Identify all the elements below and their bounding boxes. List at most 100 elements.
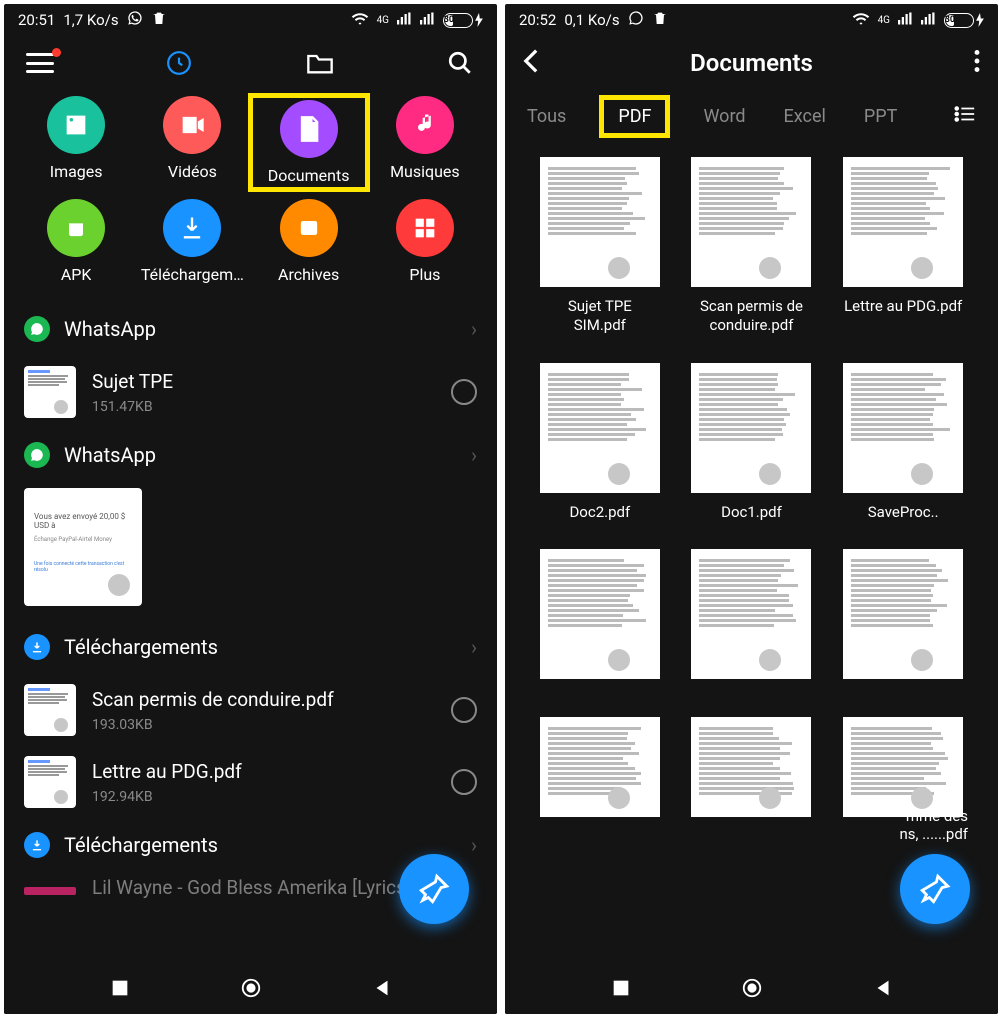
doc-thumb — [691, 157, 811, 287]
doc-label: Scan permis de conduire.pdf — [700, 297, 803, 335]
file-thumb — [24, 756, 76, 808]
doc-item[interactable] — [683, 549, 821, 689]
tab-pdf[interactable]: PDF — [604, 100, 665, 133]
section-header[interactable]: WhatsApp› — [4, 302, 497, 356]
tab-word[interactable]: Word — [703, 106, 745, 127]
section-header[interactable]: WhatsApp› — [4, 428, 497, 482]
doc-item[interactable]: Lettre au PDG.pdf — [834, 157, 972, 335]
clean-fab[interactable] — [900, 854, 970, 924]
nav-back[interactable] — [371, 977, 393, 999]
folder-tab-icon[interactable] — [305, 48, 335, 78]
list-view-icon[interactable] — [954, 105, 976, 128]
category-grid[interactable]: Plus — [367, 199, 483, 284]
phone-left: 20:51 1,7 Ko/s 4G 30 ImagesVidéosDocumen… — [4, 4, 497, 1014]
clean-fab[interactable] — [399, 854, 469, 924]
menu-button[interactable] — [26, 53, 54, 73]
tab-tous[interactable]: Tous — [527, 106, 566, 127]
category-label: Documents — [268, 166, 350, 185]
doc-item[interactable]: Doc2.pdf — [531, 363, 669, 522]
signal-icon — [397, 11, 412, 29]
back-button[interactable] — [523, 48, 539, 78]
recent-tab-icon[interactable] — [164, 48, 194, 78]
battery-indicator: 30 — [944, 13, 984, 28]
select-ring[interactable] — [451, 697, 477, 723]
section-title: Téléchargements — [64, 635, 218, 659]
whatsapp-icon — [628, 10, 644, 30]
file-size: 151.47KB — [92, 399, 435, 415]
nav-back[interactable] — [872, 977, 894, 999]
doc-item[interactable]: Sujet TPE SIM.pdf — [531, 157, 669, 335]
category-video[interactable]: Vidéos — [134, 96, 250, 189]
doc-item[interactable]: Scan permis de conduire.pdf — [683, 157, 821, 335]
nav-recents[interactable] — [109, 977, 131, 999]
doc-thumb — [691, 363, 811, 493]
category-label: APK — [61, 265, 92, 284]
category-doc[interactable]: Documents — [251, 96, 367, 189]
doc-label: Lettre au PDG.pdf — [844, 297, 962, 316]
file-size: 192.94KB — [92, 789, 435, 805]
doc-item[interactable] — [834, 549, 972, 689]
doc-item[interactable] — [834, 717, 972, 817]
signal-icon-2 — [420, 11, 435, 29]
chevron-right-icon: › — [471, 443, 477, 467]
category-image[interactable]: Images — [18, 96, 134, 189]
category-label: Plus — [409, 265, 440, 284]
doc-thumb — [540, 717, 660, 817]
wifi-icon — [852, 11, 870, 29]
doc-thumb — [540, 363, 660, 493]
file-name: Scan permis de conduire.pdf — [92, 688, 435, 711]
doc-item[interactable] — [531, 717, 669, 817]
doc-label: Doc1.pdf — [721, 503, 782, 522]
section-header[interactable]: Téléchargements› — [4, 620, 497, 674]
tab-excel[interactable]: Excel — [784, 106, 826, 127]
file-thumb-large[interactable]: Vous avez envoyé 20,00 $ USD àÉchange Pa… — [24, 488, 142, 606]
select-ring[interactable] — [451, 769, 477, 795]
status-bar: 20:52 0,1 Ko/s 4G 30 — [505, 4, 998, 34]
trash-icon — [151, 10, 167, 30]
doc-label: SaveProc.. — [868, 503, 939, 522]
file-row[interactable]: Scan permis de conduire.pdf193.03KB — [4, 674, 497, 746]
doc-thumb — [843, 549, 963, 679]
nav-home[interactable] — [240, 977, 262, 999]
file-name: Lettre au PDG.pdf — [92, 760, 435, 783]
doc-label: Sujet TPE SIM.pdf — [568, 297, 632, 335]
nav-recents[interactable] — [610, 977, 632, 999]
system-navbar — [505, 962, 998, 1014]
whatsapp-icon — [127, 10, 143, 30]
section-title: WhatsApp — [64, 317, 156, 341]
status-net: 4G — [878, 15, 890, 26]
top-nav — [4, 34, 497, 96]
doc-label: Doc2.pdf — [569, 503, 630, 522]
tab-ppt[interactable]: PPT — [864, 106, 897, 127]
section-title: Téléchargements — [64, 833, 218, 857]
doc-item[interactable] — [531, 549, 669, 689]
file-thumb — [24, 887, 76, 895]
system-navbar — [4, 962, 497, 1014]
file-row[interactable]: Lettre au PDG.pdf 192.94KB — [4, 746, 497, 818]
doc-thumb — [540, 157, 660, 287]
file-name: Sujet TPE — [92, 370, 435, 393]
search-icon[interactable] — [445, 48, 475, 78]
more-button[interactable] — [974, 50, 980, 76]
doc-item[interactable] — [683, 717, 821, 817]
category-download[interactable]: Téléchargem… — [134, 199, 250, 284]
status-net: 4G — [377, 15, 389, 26]
trash-icon — [652, 10, 668, 30]
doc-thumb — [843, 363, 963, 493]
file-row[interactable]: Sujet TPE 151.47KB — [4, 356, 497, 428]
status-time: 20:52 — [519, 11, 556, 29]
file-thumb — [24, 366, 76, 418]
category-music[interactable]: Musiques — [367, 96, 483, 189]
nav-home[interactable] — [741, 977, 763, 999]
select-ring[interactable] — [451, 379, 477, 405]
doc-thumb — [843, 157, 963, 287]
category-label: Téléchargem… — [141, 265, 244, 284]
doc-item[interactable]: Doc1.pdf — [683, 363, 821, 522]
category-zip[interactable]: ZIPArchives — [251, 199, 367, 284]
status-speed: 0,1 Ko/s — [564, 11, 619, 29]
status-speed: 1,7 Ko/s — [63, 11, 118, 29]
phone-right: 20:52 0,1 Ko/s 4G 30 Documents TousPDFWo… — [505, 4, 998, 1014]
category-android[interactable]: APK — [18, 199, 134, 284]
doc-thumb — [843, 717, 963, 817]
doc-item[interactable]: SaveProc.. — [834, 363, 972, 522]
